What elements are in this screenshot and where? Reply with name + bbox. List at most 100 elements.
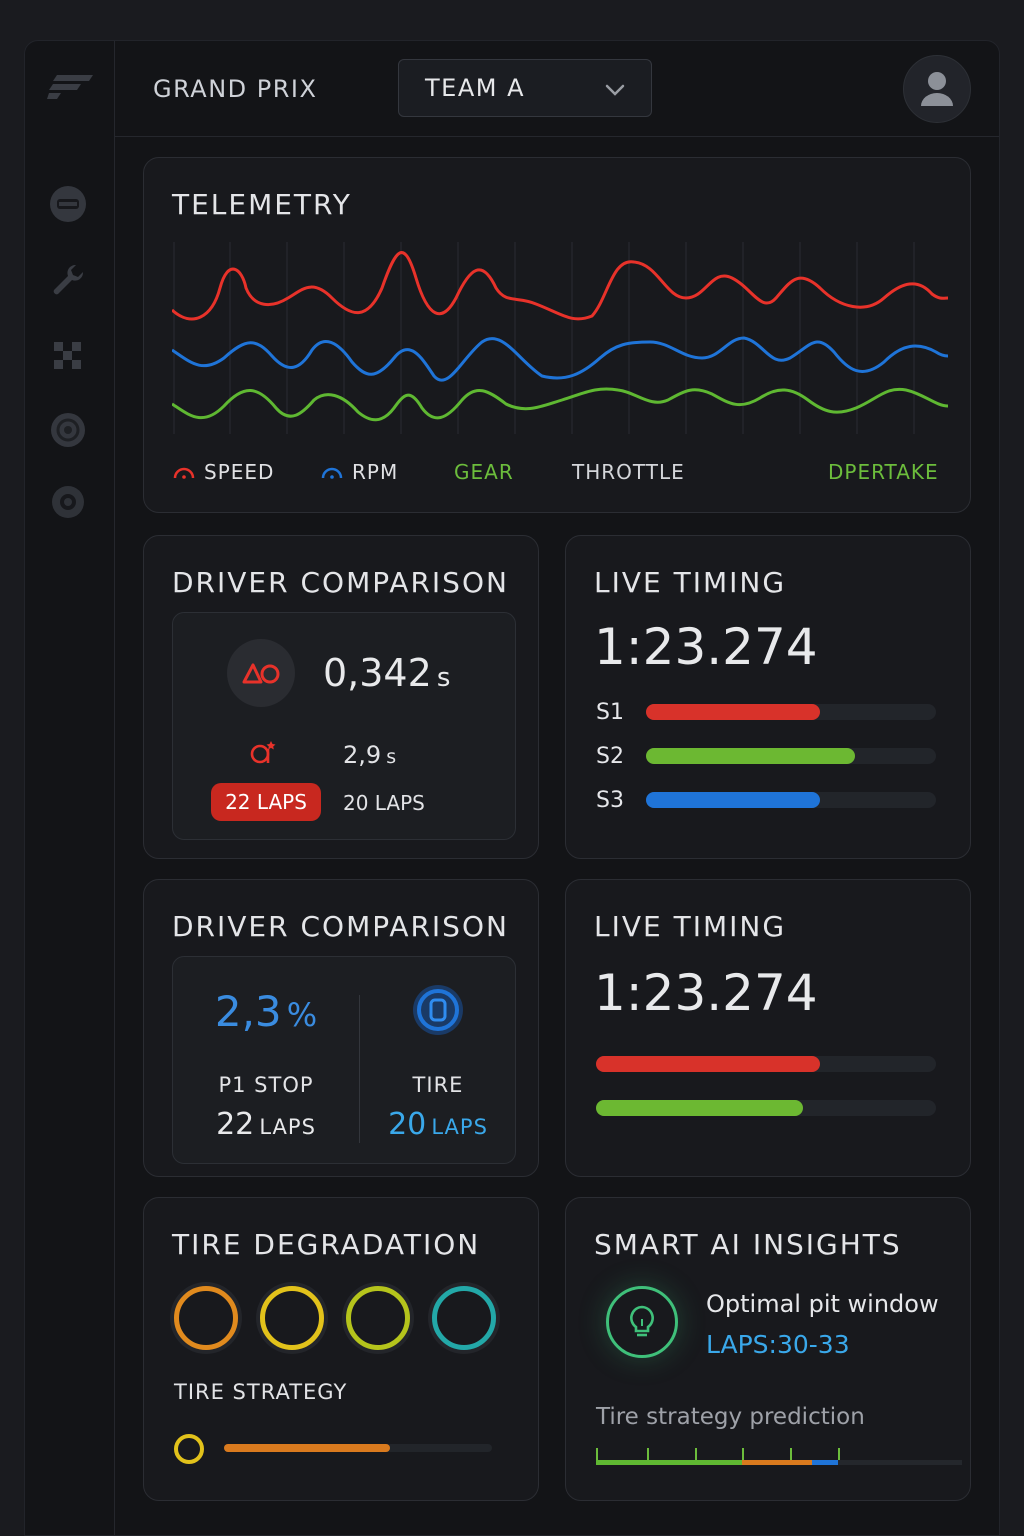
sector-label: S1 xyxy=(596,700,624,725)
ai-insights-title: SMART AI INSIGHTS xyxy=(594,1228,902,1261)
live-timing-title-2: LIVE TIMING xyxy=(594,910,787,943)
live-timing-title: LIVE TIMING xyxy=(594,566,787,599)
prediction-tick xyxy=(789,1448,792,1460)
tire-strategy-label: TIRE STRATEGY xyxy=(174,1380,348,1404)
legend-rpm[interactable]: RPM xyxy=(320,460,398,484)
legend-overtake-label: DPERTAKE xyxy=(828,460,939,484)
top-bar: GRAND PRIX TEAM A xyxy=(115,41,999,137)
team-select-value: TEAM A xyxy=(425,74,525,102)
prediction-tick xyxy=(647,1448,650,1460)
tire-icon[interactable] xyxy=(49,185,87,223)
legend-throttle-label: THROTTLE xyxy=(572,460,685,484)
prediction-segment xyxy=(811,1460,838,1465)
tire-wear-ring xyxy=(174,1286,238,1350)
prediction-tick xyxy=(742,1448,745,1460)
comparison-panel: 0,342 s 2,9 s 22 LAPS 20 LAPS xyxy=(172,612,516,840)
prediction-tick xyxy=(837,1448,840,1460)
gauge-icon xyxy=(173,467,195,479)
percent-unit: % xyxy=(286,996,318,1034)
tire-laps-num: 20 xyxy=(388,1107,427,1142)
prediction-timeline xyxy=(596,1448,962,1466)
prediction-tick xyxy=(596,1448,598,1460)
tire-icon xyxy=(417,989,459,1031)
p1-stop-laps-num: 22 xyxy=(216,1107,255,1142)
sector-bar-fill xyxy=(646,704,820,720)
legend-gear[interactable]: GEAR xyxy=(454,460,514,484)
tire-degradation-card: TIRE DEGRADATION TIRE STRATEGY xyxy=(143,1197,539,1501)
percent-readout: 2,3 % xyxy=(173,987,359,1036)
delta-value: 2,9 xyxy=(343,741,382,769)
driver-comparison-card-2: DRIVER COMPARISON 2,3 % P1 STOP 22 LAPS … xyxy=(143,879,539,1177)
tire-laps-unit: LAPS xyxy=(431,1115,488,1139)
legend-speed[interactable]: SPEED xyxy=(172,460,274,484)
timing-bar xyxy=(596,1056,936,1072)
brake-disc-icon[interactable] xyxy=(49,411,87,449)
driver-comparison-title: DRIVER COMPARISON xyxy=(172,566,509,599)
p1-stop-label: P1 STOP xyxy=(218,1073,314,1097)
gauge-icon xyxy=(321,467,343,479)
insight-text: Optimal pit window xyxy=(706,1290,939,1318)
laps-badge-driver-a[interactable]: 22 LAPS xyxy=(211,783,321,821)
delta-icon xyxy=(242,663,280,684)
lap-time-2: 1:23.274 xyxy=(594,964,818,1022)
driver-comparison-title-2: DRIVER COMPARISON xyxy=(172,910,509,943)
tire-strategy-bar xyxy=(224,1444,492,1452)
delta-readout: 2,9 s xyxy=(343,741,396,769)
app-frame: GRAND PRIX TEAM A TELEMETRY SPEED RPM GE… xyxy=(24,40,1000,1536)
laps-driver-b: 20 LAPS xyxy=(343,791,425,815)
legend-speed-label: SPEED xyxy=(204,460,275,484)
prediction-segment xyxy=(596,1460,743,1465)
lightbulb-icon xyxy=(630,1305,654,1337)
telemetry-chart xyxy=(172,242,948,434)
percent-value: 2,3 xyxy=(214,987,282,1036)
prediction-label: Tire strategy prediction xyxy=(596,1404,865,1430)
telemetry-title: TELEMETRY xyxy=(172,188,352,221)
sector-label: S3 xyxy=(596,788,624,813)
gap-unit: s xyxy=(436,663,451,693)
strategy-indicator-dot xyxy=(174,1434,204,1464)
telemetry-card: TELEMETRY SPEED RPM GEAR THROTTLE DPERTA… xyxy=(143,157,971,513)
pit-window-laps: LAPS:30-33 xyxy=(706,1330,850,1359)
tire-strategy-fill xyxy=(224,1444,391,1452)
legend-gear-label: GEAR xyxy=(454,460,514,484)
delta-badge xyxy=(227,639,295,707)
tire-wear-ring xyxy=(432,1286,496,1350)
tire-wear-ring xyxy=(346,1286,410,1350)
wrench-icon[interactable] xyxy=(49,261,87,299)
rpm-line xyxy=(172,336,948,382)
gap-value: 0,342 xyxy=(323,651,432,695)
sector-bar xyxy=(646,792,936,808)
driver-swap-icon xyxy=(249,739,277,769)
tire-label: TIRE xyxy=(412,1073,464,1097)
sector-bar xyxy=(646,748,936,764)
live-timing-card-2: LIVE TIMING 1:23.274 xyxy=(565,879,971,1177)
prediction-tick xyxy=(694,1448,697,1460)
legend-throttle[interactable]: THROTTLE xyxy=(572,460,685,484)
timing-bar-fill xyxy=(596,1056,821,1072)
brand-title: GRAND PRIX xyxy=(153,75,318,103)
speed-line xyxy=(172,251,948,321)
sector-bar xyxy=(646,704,936,720)
user-icon xyxy=(921,72,953,106)
sidebar xyxy=(25,41,115,1535)
p1-stop-laps-unit: LAPS xyxy=(259,1115,316,1139)
user-avatar[interactable] xyxy=(903,55,971,123)
tire-laps: 20 LAPS xyxy=(359,1107,517,1142)
legend-overtake[interactable]: DPERTAKE xyxy=(828,460,939,484)
ai-insights-card: SMART AI INSIGHTS Optimal pit window LAP… xyxy=(565,1197,971,1501)
timing-bar-fill xyxy=(596,1100,804,1116)
sector-bar-fill xyxy=(646,748,855,764)
comparison-panel-2: 2,3 % P1 STOP 22 LAPS TIRE 20 LAPS xyxy=(172,956,516,1164)
gear-line xyxy=(172,387,948,422)
p1-stop-laps: 22 LAPS xyxy=(173,1107,359,1142)
timing-bar xyxy=(596,1100,936,1116)
lightbulb-badge xyxy=(606,1286,678,1358)
tire-degradation-title: TIRE DEGRADATION xyxy=(172,1228,481,1261)
team-select-dropdown[interactable]: TEAM A xyxy=(398,59,652,117)
tire-wear-ring xyxy=(260,1286,324,1350)
sector-bar-fill xyxy=(646,792,820,808)
sector-label: S2 xyxy=(596,744,624,769)
prediction-segment xyxy=(742,1460,812,1465)
checkered-flag-icon[interactable] xyxy=(49,337,87,375)
wheel-icon[interactable] xyxy=(49,483,87,521)
